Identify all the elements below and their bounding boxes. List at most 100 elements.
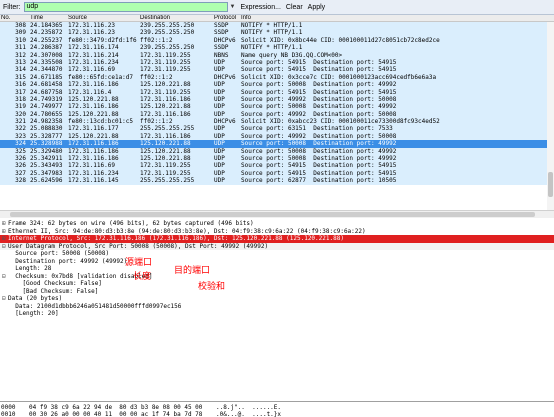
packet-no: 326	[15, 162, 26, 170]
packet-row[interactable]: 310 24.255237 fe80::3479:d2fd:1f6 ff02::1:2…	[0, 36, 554, 45]
packet-row[interactable]: 315 24.671185 fe80::65fd:ce1a:d7 ff02::1:2 D…	[0, 73, 554, 82]
column-time[interactable]: Time	[30, 15, 43, 22]
packet-no: 315	[15, 73, 26, 81]
packet-row[interactable]: 308 24.184365 172.31.116.23 239.255.255.250…	[0, 22, 554, 30]
packet-row[interactable]: 309 24.235872 172.31.116.23 239.255.255.250…	[0, 29, 554, 37]
clear-button[interactable]: Clear	[286, 4, 303, 11]
detail-tree-item[interactable]: [Bad Checksum: False]	[0, 288, 554, 296]
detail-tree-item[interactable]: Length: 28	[0, 265, 554, 273]
column-destination[interactable]: Destination	[140, 15, 170, 22]
display-filter-input[interactable]: udp	[23, 2, 228, 12]
detail-tree-item[interactable]: ⊞ Frame 324: 62 bytes on wire (496 bits),…	[0, 220, 554, 228]
packet-row[interactable]: 328 25.624596 172.31.116.145 255.255.255.25…	[0, 177, 554, 185]
expand-toggle-icon[interactable]: ⊞	[2, 228, 7, 236]
hex-row[interactable]: 0010 00 30 26 a0 00 00 40 11 00 00 ac 1f …	[0, 411, 554, 417]
packet-row[interactable]: 326 25.342911 172.31.116.186 125.120.221.88…	[0, 155, 554, 163]
expression-button[interactable]: Expression...	[240, 4, 280, 11]
packet-row[interactable]: 316 24.681458 172.31.116.186 125.120.221.88…	[0, 81, 554, 89]
packet-row[interactable]: 327 25.347983 172.31.116.234 172.31.119.255…	[0, 169, 554, 178]
packet-list-header: No. Time Source Destination Protocol Inf…	[0, 15, 554, 22]
packet-row[interactable]: 325 25.329480 172.31.116.186 125.120.221.88…	[0, 147, 554, 156]
packet-protocol: UDP	[214, 58, 225, 66]
packet-details-pane[interactable]: ⊞ Frame 324: 62 bytes on wire (496 bits),…	[0, 220, 554, 402]
packet-destination: 255.255.255.255	[140, 177, 195, 185]
packet-protocol: UDP	[214, 95, 225, 103]
packet-list-horizontal-scrollbar[interactable]	[0, 210, 554, 218]
packet-time: 24.286387	[30, 44, 63, 52]
packet-row[interactable]: 319 24.749977 172.31.116.186 125.120.221.88…	[0, 103, 554, 111]
packet-info: NOTIFY * HTTP/1.1	[241, 44, 303, 52]
detail-tree-item[interactable]: ⊟ Checksum: 0x7bd8 [validation disabled]	[0, 273, 554, 281]
detail-tree-item[interactable]: ⊟ Data (20 bytes)	[0, 295, 554, 303]
packet-time: 24.184365	[30, 22, 63, 29]
packet-protocol: DHCPv6	[214, 36, 236, 44]
filter-label: Filter:	[3, 3, 21, 11]
packet-list[interactable]: No. Time Source Destination Protocol Inf…	[0, 15, 554, 218]
packet-info: NOTIFY * HTTP/1.1	[241, 22, 303, 29]
detail-tree-item[interactable]: Data: 2100d1dbbb6246a051481d50000fffd099…	[0, 303, 554, 311]
detail-tree-item[interactable]: ⊞ Internet Protocol, Src: 172.31.116.186 …	[0, 235, 554, 243]
packet-time: 25.088830	[30, 125, 63, 133]
packet-time: 24.687758	[30, 88, 63, 96]
packet-row[interactable]: 317 24.687758 172.31.116.4 172.31.119.255 UD…	[0, 88, 554, 96]
packet-row[interactable]: 314 24.344870 172.31.116.69 172.31.119.255 U…	[0, 66, 554, 74]
column-protocol[interactable]: Protocol	[214, 15, 236, 22]
filter-dropdown-icon[interactable]: ▼	[230, 4, 236, 10]
packet-row[interactable]: 313 24.335508 172.31.116.234 172.31.119.255…	[0, 58, 554, 67]
packet-source: 125.120.221.88	[68, 110, 119, 118]
hex-row[interactable]: 0000 04 f9 38 c9 6a 22 94 de 80 d3 b3 8e …	[0, 404, 554, 411]
column-no[interactable]: No.	[1, 15, 21, 22]
annotation-length: 长度	[133, 272, 152, 282]
packet-row-selected[interactable]: 324 25.328988 172.31.116.186 125.120.221.88…	[0, 140, 554, 148]
hex-offset: 0000	[1, 404, 16, 411]
packet-source: 172.31.116.234	[68, 58, 119, 66]
packet-info: Source port: 54915 Destination port: 549…	[241, 162, 397, 170]
packet-row[interactable]: 322 25.088830 172.31.116.177 255.255.255.25…	[0, 125, 554, 133]
packet-info: Source port: 62877 Destination port: 105…	[241, 177, 397, 185]
apply-button[interactable]: Apply	[308, 4, 326, 11]
hex-bytes: 00 30 26 a0 00 00 40 11 00 00 ac 1f 74 b…	[29, 411, 203, 417]
expand-toggle-icon[interactable]: ⊟	[2, 243, 7, 251]
packet-row[interactable]: 318 24.749319 125.120.221.88 172.31.116.186…	[0, 95, 554, 104]
filter-toolbar: Filter: udp ▼ Expression... Clear Apply	[0, 0, 554, 15]
packet-info: Solicit XID: 0x3cce7c CID: 0001000123acc…	[241, 73, 437, 81]
scroll-thumb[interactable]	[548, 172, 553, 197]
packet-info: Source port: 50008 Destination port: 499…	[241, 140, 397, 148]
packet-destination: 125.120.221.88	[140, 155, 191, 163]
packet-protocol: UDP	[214, 81, 225, 89]
hex-dump-pane[interactable]: 0000 04 f9 38 c9 6a 22 94 de 80 d3 b3 8e …	[0, 404, 554, 417]
packet-destination: 172.31.116.186	[140, 95, 191, 103]
packet-row[interactable]: 312 24.307008 172.31.116.214 172.31.119.255…	[0, 51, 554, 59]
expand-toggle-icon[interactable]: ⊞	[2, 220, 7, 228]
expand-toggle-icon[interactable]: ⊞	[2, 235, 7, 243]
annotation-source-port: 源端口	[125, 258, 153, 268]
packet-row[interactable]: 311 24.286387 172.31.116.174 239.255.255.25…	[0, 44, 554, 52]
packet-row[interactable]: 320 24.780655 125.120.221.88 172.31.116.186…	[0, 110, 554, 119]
packet-row[interactable]: 321 24.982358 fe80::13cd:bc01:c5 ff02::1:2 D…	[0, 118, 554, 126]
packet-protocol: UDP	[214, 147, 225, 155]
detail-tree-item[interactable]: Destination port: 49992 (49992)	[0, 258, 554, 266]
packet-protocol: UDP	[214, 66, 225, 74]
column-info[interactable]: Info	[241, 15, 251, 22]
packet-time: 24.982358	[30, 118, 63, 126]
detail-tree-item[interactable]: ⊞ Ethernet II, Src: 94:de:80:d3:b3:8e (94…	[0, 228, 554, 236]
detail-tree-item[interactable]: Source port: 50008 (50008)	[0, 250, 554, 258]
packet-protocol: UDP	[214, 169, 225, 177]
packet-protocol: UDP	[214, 110, 225, 118]
packet-row[interactable]: 323 25.328777 125.120.221.88 172.31.116.186…	[0, 132, 554, 141]
detail-tree-item[interactable]: ⊟ User Datagram Protocol, Src Port: 50008…	[0, 242, 554, 251]
detail-tree-item[interactable]: [Length: 20]	[0, 310, 554, 318]
detail-tree-item[interactable]: [Good Checksum: False]	[0, 280, 554, 288]
packet-protocol: UDP	[214, 103, 225, 111]
packet-source: 172.31.116.186	[68, 155, 119, 163]
expand-toggle-icon[interactable]: ⊟	[2, 273, 7, 281]
column-source[interactable]: Source	[68, 15, 87, 22]
expand-toggle-icon[interactable]: ⊟	[2, 295, 7, 303]
packet-time: 24.671185	[30, 73, 63, 81]
scroll-thumb[interactable]	[10, 212, 535, 217]
packet-row[interactable]: 326 25.343493 172.31.116.69 172.31.119.255 U…	[0, 162, 554, 170]
packet-info: Source port: 50008 Destination port: 499…	[241, 155, 397, 163]
packet-source: fe80::13cd:bc01:c5	[68, 118, 134, 126]
packet-list-vertical-scrollbar[interactable]	[547, 22, 554, 210]
packet-no: 320	[15, 110, 26, 118]
